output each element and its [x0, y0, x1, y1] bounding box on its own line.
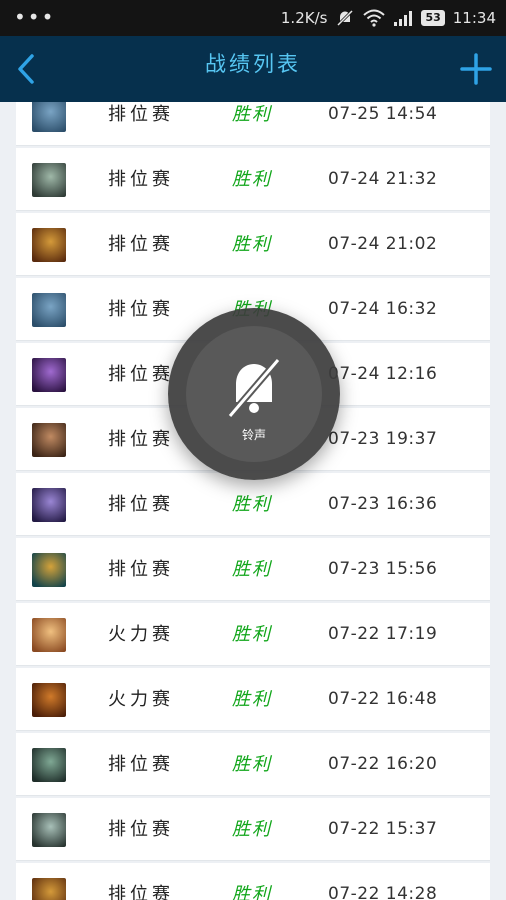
match-row[interactable]: 火力赛 胜利 07-22 16:48 — [16, 668, 490, 731]
match-row[interactable]: 排位赛 胜利 07-22 16:20 — [16, 733, 490, 796]
notification-dots: ••• — [14, 5, 56, 29]
match-mode: 排位赛 — [108, 234, 174, 255]
status-bar: ••• 1.2K/s 53 11:34 — [0, 0, 506, 36]
hero-avatar — [32, 618, 66, 652]
clock: 11:34 — [452, 9, 496, 27]
match-result: 胜利 — [232, 754, 272, 775]
match-mode: 排位赛 — [108, 494, 174, 515]
match-row[interactable]: 排位赛 胜利 07-23 15:56 — [16, 538, 490, 601]
match-time: 07-22 17:19 — [328, 624, 438, 644]
hero-avatar — [32, 423, 66, 457]
wifi-icon — [363, 9, 386, 27]
match-result: 胜利 — [232, 169, 272, 190]
match-row[interactable]: 排位赛 胜利 07-24 21:02 — [16, 213, 490, 276]
muted-notification-icon — [337, 9, 354, 27]
toast-label: 铃声 — [241, 428, 266, 442]
hero-avatar — [32, 553, 66, 587]
match-mode: 排位赛 — [108, 299, 174, 320]
status-indicators: 1.2K/s 53 11:34 — [281, 0, 496, 36]
match-time: 07-23 15:56 — [328, 559, 438, 579]
page-title: 战绩列表 — [205, 52, 301, 76]
hero-avatar — [32, 102, 66, 132]
hero-avatar — [32, 813, 66, 847]
match-mode: 排位赛 — [108, 819, 174, 840]
hero-avatar — [32, 878, 66, 900]
hero-avatar — [32, 293, 66, 327]
hero-avatar — [32, 488, 66, 522]
network-speed: 1.2K/s — [280, 9, 328, 27]
match-result: 胜利 — [232, 234, 272, 255]
signal-icon — [394, 11, 413, 26]
match-mode: 排位赛 — [108, 364, 174, 385]
match-row[interactable]: 排位赛 胜利 07-23 16:36 — [16, 473, 490, 536]
match-mode: 排位赛 — [108, 884, 174, 900]
hero-avatar — [32, 163, 66, 197]
add-button[interactable] — [460, 53, 492, 85]
match-row[interactable]: 排位赛 胜利 07-22 15:37 — [16, 798, 490, 861]
plus-icon — [460, 53, 492, 85]
match-time: 07-22 15:37 — [328, 819, 438, 839]
match-list[interactable]: 排位赛 胜利 07-25 14:54 排位赛 胜利 07-24 21:32 排位赛 胜利 07-… — [16, 102, 490, 900]
match-time: 07-23 19:37 — [328, 429, 438, 449]
hero-avatar — [32, 683, 66, 717]
match-result: 胜利 — [232, 494, 272, 515]
ringer-toast-inner: 铃声 — [186, 326, 322, 462]
match-result: 胜利 — [232, 689, 272, 710]
match-time: 07-24 12:16 — [328, 364, 438, 384]
battery-level: 53 — [421, 10, 445, 26]
hero-avatar — [32, 748, 66, 782]
match-mode: 火力赛 — [108, 624, 174, 645]
hero-avatar — [32, 358, 66, 392]
match-row[interactable]: 排位赛 胜利 07-22 14:28 — [16, 863, 490, 900]
match-mode: 排位赛 — [108, 559, 174, 580]
match-mode: 排位赛 — [108, 429, 174, 450]
match-time: 07-24 16:32 — [328, 299, 438, 319]
match-row[interactable]: 排位赛 胜利 07-25 14:54 — [16, 102, 490, 146]
match-mode: 排位赛 — [108, 754, 174, 775]
match-time: 07-25 14:54 — [328, 104, 438, 124]
match-row[interactable]: 火力赛 胜利 07-22 17:19 — [16, 603, 490, 666]
match-mode: 排位赛 — [108, 169, 174, 190]
app-header: 战绩列表 — [0, 36, 506, 102]
match-time: 07-22 14:28 — [328, 884, 438, 900]
match-time: 07-23 16:36 — [328, 494, 438, 514]
match-time: 07-22 16:20 — [328, 754, 438, 774]
match-time: 07-24 21:32 — [328, 169, 438, 189]
match-time: 07-22 16:48 — [328, 689, 438, 709]
match-mode: 排位赛 — [108, 104, 174, 125]
match-result: 胜利 — [232, 819, 272, 840]
bell-muted-icon — [227, 357, 281, 419]
match-result: 胜利 — [232, 624, 272, 645]
match-result: 胜利 — [232, 559, 272, 580]
match-mode: 火力赛 — [108, 689, 174, 710]
match-result: 胜利 — [232, 884, 272, 900]
match-result: 胜利 — [232, 104, 272, 125]
match-row[interactable]: 排位赛 胜利 07-24 21:32 — [16, 148, 490, 211]
hero-avatar — [32, 228, 66, 262]
match-time: 07-24 21:02 — [328, 234, 438, 254]
ringer-toast: 铃声 — [168, 308, 340, 480]
